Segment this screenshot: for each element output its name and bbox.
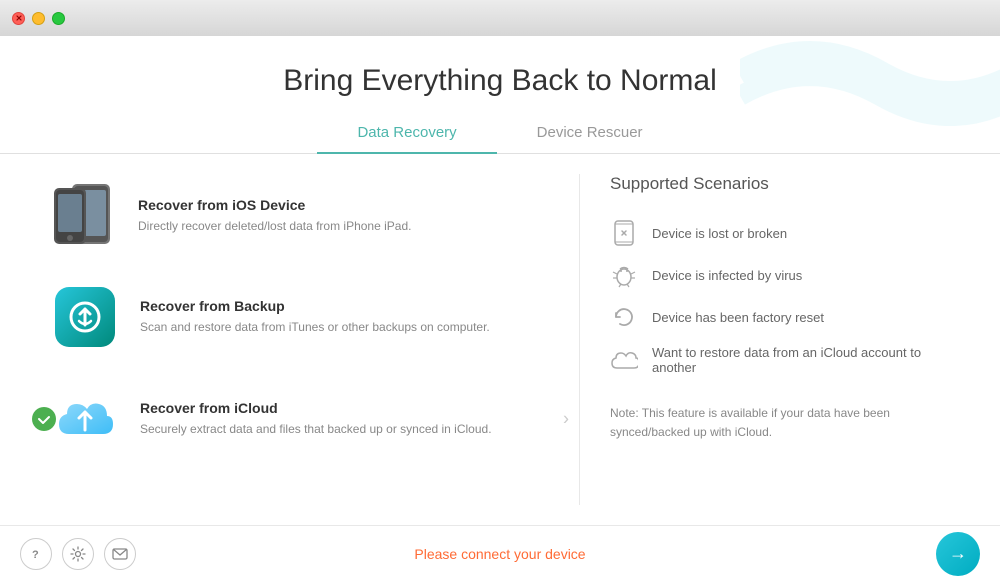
scenario-virus: Device is infected by virus xyxy=(610,254,960,296)
arrow-right-icon: › xyxy=(563,409,569,430)
phone-broken-icon xyxy=(610,219,638,247)
scenario-virus-text: Device is infected by virus xyxy=(652,268,802,283)
bottom-icons: ? xyxy=(20,538,136,570)
svg-text:?: ? xyxy=(32,549,39,561)
tab-data-recovery[interactable]: Data Recovery xyxy=(317,116,496,153)
tabs-container: Data Recovery Device Rescuer xyxy=(0,116,1000,154)
email-button[interactable] xyxy=(104,538,136,570)
icloud-icon xyxy=(50,384,120,454)
recover-icloud-item[interactable]: Recover from iCloud Securely extract dat… xyxy=(40,376,549,462)
ios-device-icon xyxy=(50,182,118,250)
right-panel: Supported Scenarios Device is lost or br… xyxy=(580,174,960,505)
ios-item-desc: Directly recover deleted/lost data from … xyxy=(138,217,539,235)
scenario-factory-reset: Device has been factory reset xyxy=(610,296,960,338)
reset-icon xyxy=(610,303,638,331)
backup-item-text: Recover from Backup Scan and restore dat… xyxy=(140,298,539,336)
note-text: Note: This feature is available if your … xyxy=(610,396,960,442)
backup-item-desc: Scan and restore data from iTunes or oth… xyxy=(140,318,539,336)
backup-item-title: Recover from Backup xyxy=(140,298,539,314)
tab-device-rescuer[interactable]: Device Rescuer xyxy=(497,116,683,153)
help-button[interactable]: ? xyxy=(20,538,52,570)
recover-backup-item[interactable]: Recover from Backup Scan and restore dat… xyxy=(40,274,549,360)
icloud-item-title: Recover from iCloud xyxy=(140,400,539,416)
content-area: Recover from iOS Device Directly recover… xyxy=(0,154,1000,525)
icloud-item-desc: Securely extract data and files that bac… xyxy=(140,420,539,438)
next-button[interactable]: → xyxy=(936,532,980,576)
scenarios-title: Supported Scenarios xyxy=(610,174,960,194)
scenario-reset-text: Device has been factory reset xyxy=(652,310,824,325)
recover-ios-item[interactable]: Recover from iOS Device Directly recover… xyxy=(40,174,549,258)
traffic-lights xyxy=(12,12,65,25)
bottom-bar: ? Please connect your device → xyxy=(0,525,1000,581)
close-button[interactable] xyxy=(12,12,25,25)
maximize-button[interactable] xyxy=(52,12,65,25)
status-text: Please connect your device xyxy=(414,546,585,562)
main-content: Bring Everything Back to Normal Data Rec… xyxy=(0,36,1000,581)
ios-item-title: Recover from iOS Device xyxy=(138,197,539,213)
backup-icon xyxy=(50,282,120,352)
scenario-lost-broken: Device is lost or broken xyxy=(610,212,960,254)
settings-button[interactable] xyxy=(62,538,94,570)
scenario-icloud-text: Want to restore data from an iCloud acco… xyxy=(652,345,960,375)
bug-icon xyxy=(610,261,638,289)
status-normal: Please xyxy=(414,546,461,562)
scenario-lost-text: Device is lost or broken xyxy=(652,226,787,241)
ios-item-text: Recover from iOS Device Directly recover… xyxy=(138,197,539,235)
scenario-icloud-restore: Want to restore data from an iCloud acco… xyxy=(610,338,960,382)
title-bar xyxy=(0,0,1000,36)
left-panel: Recover from iOS Device Directly recover… xyxy=(40,174,580,505)
cloud-icon xyxy=(610,346,638,374)
wave-decoration xyxy=(740,36,1000,126)
status-highlight: connect your device xyxy=(461,546,586,562)
icloud-item-text: Recover from iCloud Securely extract dat… xyxy=(140,400,539,438)
minimize-button[interactable] xyxy=(32,12,45,25)
